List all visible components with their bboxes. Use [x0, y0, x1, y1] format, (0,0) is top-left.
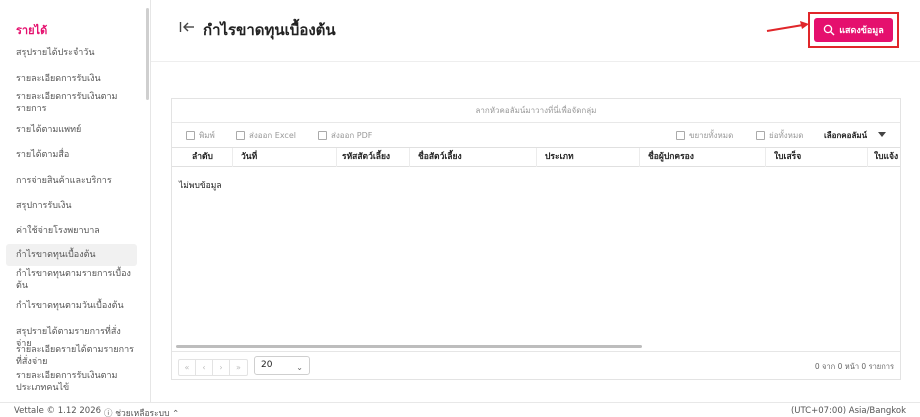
- printer-icon: [186, 131, 195, 140]
- excel-icon: [236, 131, 245, 140]
- column-header-receipt[interactable]: ใบเสร็จ: [766, 148, 868, 167]
- choose-columns-button[interactable]: เลือกคอลัมน์: [824, 129, 867, 142]
- app-root: รายได้ สรุปรายได้ประจำวัน รายละเอียดการร…: [0, 0, 920, 417]
- empty-message: ไม่พบข้อมูล: [179, 181, 222, 191]
- search-icon: [823, 24, 835, 36]
- version-text: Vettale © 1.12 2026: [14, 406, 102, 416]
- sidebar-item-hospital-expenses[interactable]: ค่าใช้จ่ายโรงพยาบาล: [16, 225, 136, 237]
- export-excel-label: ส่งออก Excel: [249, 131, 296, 140]
- sidebar-item-income-details-by-prescribed-item[interactable]: รายละเอียดรายได้ตามรายการ ที่สั่งจ่าย: [16, 344, 136, 368]
- column-header-date[interactable]: วันที่: [233, 148, 337, 167]
- column-header-pet-code[interactable]: รหัสสัตว์เลี้ยง: [337, 148, 410, 167]
- help-link[interactable]: ⓘ ช่วยเหลือระบบ ⌃: [104, 406, 179, 417]
- sidebar-item-basic-profit-loss[interactable]: กำไรขาดทุนเบื้องต้น: [6, 244, 137, 266]
- page-size-value: 20: [261, 360, 273, 370]
- export-pdf-label: ส่งออก PDF: [331, 131, 373, 140]
- group-drop-area[interactable]: ลากหัวคอลัมน์มาวางที่นี่เพื่อจัดกลุ่ม: [172, 99, 900, 123]
- chevron-down-icon[interactable]: [878, 132, 886, 137]
- page-header: กำไรขาดทุนเบื้องต้น แสดงข้อมูล: [151, 0, 920, 62]
- last-page-icon[interactable]: »: [230, 360, 247, 375]
- expand-all-label: ขยายทั้งหมด: [689, 131, 734, 140]
- expand-all-button[interactable]: ขยายทั้งหมด: [676, 129, 733, 142]
- horizontal-scrollbar[interactable]: [176, 345, 642, 348]
- first-page-icon[interactable]: «: [179, 360, 196, 375]
- prev-page-icon[interactable]: ‹: [196, 360, 213, 375]
- column-header-owner-name[interactable]: ชื่อผู้ปกครอง: [640, 148, 766, 167]
- pager: « ‹ › » 20 ⌄ 0 จาก 0 หน้า 0 รายการ: [172, 351, 900, 379]
- sidebar-scrollbar[interactable]: [146, 8, 149, 100]
- print-label: พิมพ์: [199, 131, 215, 140]
- pager-info: 0 จาก 0 หน้า 0 รายการ: [814, 362, 894, 371]
- next-page-icon[interactable]: ›: [213, 360, 230, 375]
- annotation-arrow-icon: [766, 21, 809, 32]
- sidebar-section-title: รายได้: [16, 24, 48, 37]
- column-header-index[interactable]: ลำดับ: [172, 148, 233, 167]
- column-header-type[interactable]: ประเภท: [537, 148, 640, 167]
- sidebar-item-daily-income-summary[interactable]: สรุปรายได้ประจำวัน: [16, 47, 136, 59]
- pager-nav: « ‹ › »: [178, 359, 248, 376]
- collapse-sidebar-icon[interactable]: [179, 20, 195, 40]
- show-data-button[interactable]: แสดงข้อมูล: [814, 18, 893, 42]
- chevron-down-icon: ⌄: [296, 363, 303, 372]
- pdf-icon: [318, 131, 327, 140]
- column-header-pet-name[interactable]: ชื่อสัตว์เลี้ยง: [410, 148, 537, 167]
- export-pdf-button[interactable]: ส่งออก PDF: [318, 129, 372, 142]
- sidebar-item-payment-details-by-item[interactable]: รายละเอียดการรับเงินตาม รายการ: [16, 91, 136, 115]
- export-excel-button[interactable]: ส่งออก Excel: [236, 129, 296, 142]
- show-data-label: แสดงข้อมูล: [839, 26, 884, 36]
- sidebar-item-payment-details[interactable]: รายละเอียดการรับเงิน: [16, 73, 136, 85]
- page-title: กำไรขาดทุนเบื้องต้น: [203, 21, 336, 39]
- sidebar-item-income-by-doctor[interactable]: รายได้ตามแพทย์: [16, 124, 136, 136]
- sidebar-item-profit-loss-by-item[interactable]: กำไรขาดทุนตามรายการเบื้อง ต้น: [16, 268, 136, 292]
- sidebar-item-payment-summary[interactable]: สรุปการรับเงิน: [16, 200, 136, 212]
- highlight-box: แสดงข้อมูล: [808, 12, 899, 48]
- expand-icon: [676, 131, 685, 140]
- collapse-icon: [756, 131, 765, 140]
- collapse-all-label: ย่อทั้งหมด: [769, 131, 804, 140]
- grid-toolbar: พิมพ์ ส่งออก Excel ส่งออก PDF ขยายทั้งหม…: [172, 124, 900, 146]
- sidebar-item-goods-services-dispense[interactable]: การจ่ายสินค้าและบริการ: [16, 175, 136, 187]
- column-header-invoice[interactable]: ใบแจ้ง: [868, 148, 900, 167]
- collapse-all-button[interactable]: ย่อทั้งหมด: [756, 129, 803, 142]
- sidebar: รายได้ สรุปรายได้ประจำวัน รายละเอียดการร…: [0, 0, 151, 402]
- sidebar-item-income-by-media[interactable]: รายได้ตามสื่อ: [16, 149, 136, 161]
- page-size-select[interactable]: 20 ⌄: [254, 356, 310, 375]
- timezone-text: (UTC+07:00) Asia/Bangkok: [790, 406, 906, 416]
- footer: Vettale © 1.12 2026 ⓘ ช่วยเหลือระบบ ⌃ (U…: [0, 402, 920, 417]
- sidebar-item-profit-loss-by-day[interactable]: กำไรขาดทุนตามวันเบื้องต้น: [16, 300, 136, 312]
- table-header: ลำดับ วันที่ รหัสสัตว์เลี้ยง ชื่อสัตว์เล…: [172, 147, 900, 167]
- data-grid: ลากหัวคอลัมน์มาวางที่นี่เพื่อจัดกลุ่ม พิ…: [171, 98, 901, 380]
- print-button[interactable]: พิมพ์: [186, 129, 215, 142]
- sidebar-item-payment-details-by-patient-type[interactable]: รายละเอียดการรับเงินตาม ประเภทคนไข้: [16, 370, 136, 394]
